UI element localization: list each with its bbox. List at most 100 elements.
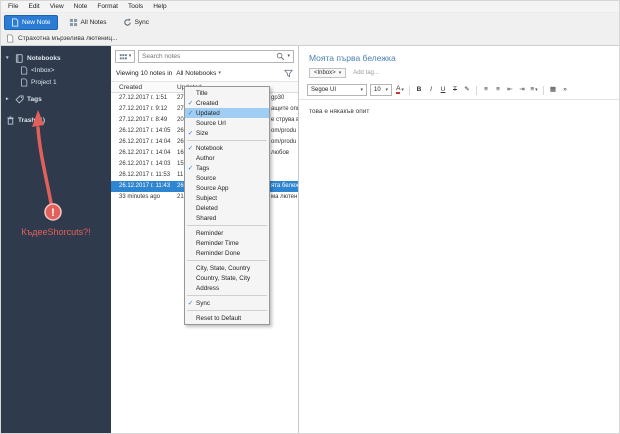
menu-item-label: Title [196,89,208,97]
add-tag-input[interactable]: Add tag... [353,70,379,76]
menu-item-deleted[interactable]: Deleted [185,203,269,213]
menu-item-notebook[interactable]: ✓ Notebook [185,143,269,153]
sidebar-item-label: Trash (1) [18,116,46,124]
menu-item-updated[interactable]: ✓ Updated [185,108,269,118]
more-button-glyph: » [563,85,567,93]
sidebar-item-tags[interactable]: ▸ Tags [1,93,111,105]
menu-item-created[interactable]: ✓ Created [185,98,269,108]
menu-item-label: Author [196,154,215,162]
menu-item-source-url[interactable]: Source Url [185,118,269,128]
italic-button[interactable]: I [426,85,436,96]
note-cell-extra: om/produ [271,128,297,134]
menu-item-source[interactable]: Source [185,173,269,183]
note-cell-extra: om/produ [271,139,297,145]
menu-edit[interactable]: Edit [23,2,44,11]
more-button[interactable]: » [560,85,570,96]
notebook-selector-value: <Inbox> [314,70,336,76]
underline-button[interactable]: U [438,85,448,96]
column-header-created[interactable]: Created [119,84,142,91]
table-button[interactable]: ▦ [548,85,558,96]
all-notes-button[interactable]: All Notes [64,15,112,30]
open-note-tab[interactable]: Страхотна мързелива лютениц... [18,35,118,42]
menu-item-label: Address [196,284,220,292]
menu-item-shared[interactable]: Shared [185,213,269,223]
align-button-glyph: ≡ [530,85,535,93]
menu-item-address[interactable]: Address [185,283,269,293]
menu-item-reminder-time[interactable]: Reminder Time [185,238,269,248]
new-note-button[interactable]: New Note [4,15,58,30]
checkmark-icon: ✓ [187,110,194,117]
menu-separator [187,310,267,311]
menu-item-label: Created [196,99,219,107]
menu-item-country-state-city[interactable]: Country, State, City [185,273,269,283]
filter-icon[interactable] [284,69,293,78]
sidebar-item-inbox[interactable]: <Inbox> [1,64,111,76]
menu-tools[interactable]: Tools [123,2,148,11]
font-size-select[interactable]: 10 ▾ [370,84,392,96]
caret-down-icon: ▾ [287,53,290,59]
note-cell-created: 26.12.2017 г. 11:53 [119,172,171,178]
checkmark-icon: ✓ [187,130,194,137]
menu-item-city-state-country[interactable]: City, State, Country [185,263,269,273]
menu-item-title[interactable]: Title [185,88,269,98]
note-cell-extra: е струва в [271,117,298,123]
numbered-list-button[interactable]: ≡ [493,85,503,96]
sync-button[interactable]: Sync [118,15,154,30]
menu-item-tags[interactable]: ✓ Tags [185,163,269,173]
menu-item-label: Tags [196,164,210,172]
menu-item-label: Sync [196,299,210,307]
menu-item-size[interactable]: ✓ Size [185,128,269,138]
toolbar-separator [476,85,477,95]
sidebar-item-label: Tags [27,95,42,103]
search-input[interactable] [142,53,275,60]
highlight-button[interactable]: ✎ [462,85,472,96]
menu-view[interactable]: View [45,2,69,11]
strikethrough-button-glyph: T [453,85,457,93]
note-page-icon [21,66,28,74]
notebook-icon [15,53,23,63]
menu-item-reminder-done[interactable]: Reminder Done [185,248,269,258]
trash-icon [7,115,14,125]
font-color-button[interactable]: A ▾ [395,85,405,96]
note-body[interactable]: това е някакъв опит [299,100,619,123]
sync-icon [123,18,131,26]
note-cell-created: 26.12.2017 г. 14:04 [119,139,171,145]
outdent-button[interactable]: ⇤ [505,85,515,96]
align-button[interactable]: ≡ ▾ [529,85,539,96]
bullet-list-button[interactable]: ≡ [481,85,491,96]
menu-format[interactable]: Format [92,2,123,11]
note-page-icon [7,34,14,43]
annotation-text: КъдееShorcuts?! [21,227,91,237]
menu-item-subject[interactable]: Subject [185,193,269,203]
bold-button[interactable]: B [414,85,424,96]
menu-help[interactable]: Help [148,2,171,11]
menu-separator [187,260,267,261]
sidebar-item-trash[interactable]: Trash (1) [1,114,111,126]
sidebar-item-project-1[interactable]: Project 1 [1,76,111,88]
column-context-menu: Title ✓ Created ✓ Updated Source Url ✓ Size ✓ Not… [184,86,270,325]
menu-item-reminder[interactable]: Reminder [185,228,269,238]
menu-separator [187,140,267,141]
notebook-filter-dropdown[interactable]: All Notebooks ▾ [176,70,221,77]
chevron-down-icon: ▾ [6,55,9,61]
menu-item-label: Shared [196,214,217,222]
menu-item-reset-to-default[interactable]: Reset to Default [185,313,269,323]
notebook-selector[interactable]: <Inbox> ▾ [309,68,347,78]
sidebar-item-notebooks[interactable]: ▾ Notebooks [1,52,111,64]
view-options-button[interactable]: ▾ [115,50,135,63]
font-family-select[interactable]: Segoe UI ▾ [307,84,367,96]
menu-item-author[interactable]: Author [185,153,269,163]
menu-item-sync[interactable]: ✓ Sync [185,298,269,308]
strikethrough-button[interactable]: T [450,85,460,96]
all-notes-icon [69,18,77,27]
menu-note[interactable]: Note [69,2,93,11]
sidebar: ▾ Notebooks <Inbox> Project 1 ▸ Tags Tra… [1,46,111,433]
bold-button-glyph: B [416,85,422,93]
note-title[interactable]: Моята първа бележка [299,46,619,63]
menu-item-source-app[interactable]: Source App [185,183,269,193]
menu-item-label: Source [196,174,216,182]
viewing-label: Viewing 10 notes in [116,70,173,77]
note-cell-extra: ята бележка [271,183,298,189]
indent-button[interactable]: ⇥ [517,85,527,96]
menu-file[interactable]: File [3,2,23,11]
